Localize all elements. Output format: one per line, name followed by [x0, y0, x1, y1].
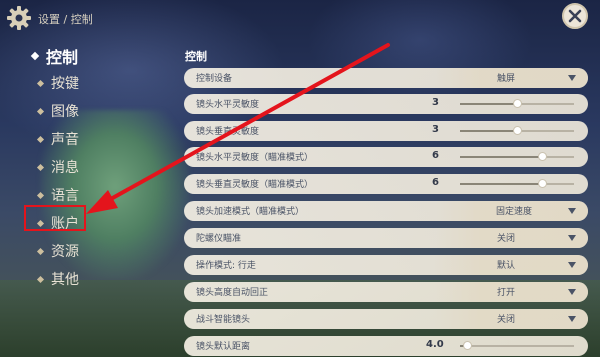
sidebar-item-label: 语言	[51, 188, 79, 204]
slider-thumb[interactable]	[538, 179, 548, 188]
caret-down-icon	[568, 75, 576, 81]
setting-label: 镜头高度自动回正	[196, 288, 269, 298]
diamond-bullet-icon	[36, 191, 45, 199]
sidebar-item-label: 其他	[51, 272, 79, 288]
sidebar-item-label: 图像	[51, 104, 79, 120]
diamond-bullet-icon	[36, 275, 45, 283]
slider-value: 3	[432, 97, 439, 108]
setting-label: 陀螺仪瞄准	[196, 234, 242, 244]
slider-track[interactable]	[460, 179, 574, 188]
slider-track[interactable]	[460, 99, 574, 108]
sidebar-item-label: 资源	[51, 244, 79, 260]
setting-label: 镜头加速模式（瞄准模式）	[196, 207, 305, 217]
sidebar-item-label: 按键	[51, 76, 79, 92]
diamond-bullet-icon	[36, 79, 45, 87]
sidebar-item-label: 消息	[51, 160, 79, 176]
sidebar-item-resources[interactable]: 资源	[36, 241, 79, 261]
diamond-bullet-icon	[36, 163, 45, 171]
sidebar-item-messages[interactable]: 消息	[36, 157, 79, 177]
slider-fill	[460, 183, 543, 185]
sidebar-item-label: 声音	[51, 132, 79, 148]
sidebar-item-language[interactable]: 语言	[36, 185, 79, 205]
account-highlight-box	[24, 205, 86, 231]
diamond-bullet-icon	[36, 135, 45, 143]
setting-label: 镜头默认距离	[196, 342, 251, 352]
setting-label: 镜头垂直灵敏度	[196, 127, 260, 137]
setting-row-cam-h-sens: 镜头水平灵敏度 3	[184, 94, 588, 114]
breadcrumb: 设置 / 控制	[38, 13, 93, 26]
setting-row-smart-combat-cam[interactable]: 战斗智能镜头 关闭	[184, 309, 588, 329]
slider-track[interactable]	[460, 341, 574, 350]
slider-thumb[interactable]	[513, 126, 522, 135]
select-value: 触屏	[496, 74, 515, 84]
slider-value: 4.0	[426, 339, 444, 350]
slider-value: 6	[432, 177, 439, 188]
slider-track[interactable]	[460, 126, 574, 135]
select-value: 打开	[496, 288, 515, 298]
sidebar-item-audio[interactable]: 声音	[36, 129, 79, 149]
setting-row-cam-default-distance: 镜头默认距离 4.0	[184, 336, 588, 356]
caret-down-icon	[568, 289, 576, 295]
close-button[interactable]	[562, 3, 588, 29]
header: 设置 / 控制	[0, 0, 600, 34]
slider-fill	[460, 103, 517, 105]
slider-fill	[460, 130, 517, 132]
caret-down-icon	[568, 262, 576, 268]
setting-row-cam-h-sens-aim: 镜头水平灵敏度（瞄准模式） 6	[184, 147, 588, 167]
select-value: 关闭	[496, 234, 515, 244]
setting-label: 镜头水平灵敏度（瞄准模式）	[196, 153, 314, 163]
select-value: 默认	[496, 261, 515, 271]
slider-track[interactable]	[460, 152, 574, 161]
caret-down-icon	[568, 316, 576, 322]
setting-label: 控制设备	[196, 74, 233, 84]
setting-row-cam-v-sens: 镜头垂直灵敏度 3	[184, 121, 588, 141]
diamond-bullet-icon	[36, 247, 45, 255]
setting-row-cam-auto-level[interactable]: 镜头高度自动回正 打开	[184, 282, 588, 302]
slider-thumb[interactable]	[513, 99, 522, 108]
close-icon	[568, 9, 582, 23]
setting-label: 操作模式: 行走	[196, 261, 256, 271]
panel-title: 控制	[185, 50, 207, 63]
sidebar-item-label: 控制	[46, 48, 79, 67]
setting-row-gyro-aim[interactable]: 陀螺仪瞄准 关闭	[184, 228, 588, 248]
select-value: 固定速度	[495, 207, 532, 217]
sidebar-item-graphics[interactable]: 图像	[36, 101, 79, 121]
sidebar-item-other[interactable]: 其他	[36, 269, 79, 289]
sidebar-item-control[interactable]: 控制	[30, 46, 79, 67]
diamond-bullet-icon	[36, 107, 45, 115]
sidebar: 控制 按键 图像 声音 消息 语言 账户 资源 其他	[0, 40, 180, 340]
slider-thumb[interactable]	[462, 341, 472, 350]
gear-icon	[7, 6, 31, 30]
caret-down-icon	[568, 208, 576, 214]
select-value: 关闭	[496, 315, 515, 325]
caret-down-icon	[568, 235, 576, 241]
setting-row-cam-accel-mode[interactable]: 镜头加速模式（瞄准模式） 固定速度	[184, 201, 588, 221]
setting-label: 镜头垂直灵敏度（瞄准模式）	[196, 180, 314, 190]
setting-row-control-device[interactable]: 控制设备 触屏	[184, 68, 588, 88]
setting-row-walk-mode[interactable]: 操作模式: 行走 默认	[184, 255, 588, 275]
slider-thumb[interactable]	[538, 152, 548, 161]
diamond-bullet-icon	[30, 51, 40, 61]
setting-row-cam-v-sens-aim: 镜头垂直灵敏度（瞄准模式） 6	[184, 174, 588, 194]
slider-fill	[460, 156, 543, 158]
sidebar-item-keys[interactable]: 按键	[36, 73, 79, 93]
setting-label: 战斗智能镜头	[196, 315, 251, 325]
slider-value: 3	[432, 124, 439, 135]
slider-value: 6	[432, 150, 439, 161]
setting-label: 镜头水平灵敏度	[196, 100, 260, 110]
